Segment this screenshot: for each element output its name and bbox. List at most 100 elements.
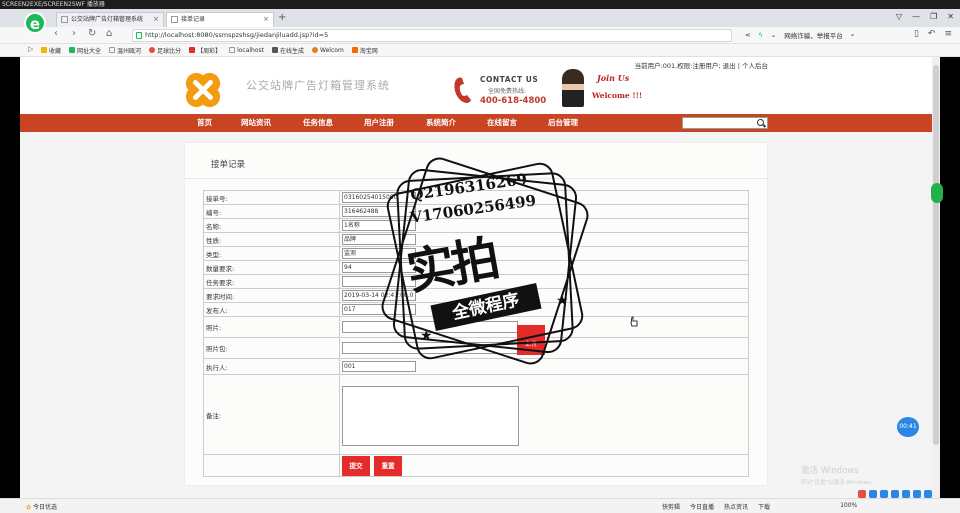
contact-person-photo xyxy=(562,69,584,107)
tab-order-record[interactable]: 接单记录 × xyxy=(166,12,274,27)
status-item[interactable]: 热点资讯 xyxy=(724,502,748,511)
bookmark-item[interactable]: 网址大全 xyxy=(69,46,101,55)
nav-news[interactable]: 网站资讯 xyxy=(241,114,271,132)
ball-icon xyxy=(149,47,156,53)
new-tab-icon[interactable]: + xyxy=(278,12,286,23)
nav-messages[interactable]: 在线留言 xyxy=(487,114,517,132)
sidebar-toggle-icon[interactable]: ▷ xyxy=(28,45,33,53)
refresh-icon[interactable]: ↻ xyxy=(88,28,96,39)
form-row: 照片包: xyxy=(203,337,749,359)
star-icon xyxy=(41,47,47,53)
contact-title: CONTACT US xyxy=(480,75,539,84)
address-right: ⋖ ϟ ⌄ 网络诈骗，举报平台 ⌕ xyxy=(745,30,855,41)
status-item[interactable]: 下载 xyxy=(758,502,770,511)
reset-button[interactable]: 重置 xyxy=(374,456,403,476)
minimize-icon[interactable]: — xyxy=(912,12,920,21)
browser-statusbar: ✿ 今日优选 快剪辑 今日直播 热点资讯 下载 100% xyxy=(0,498,960,513)
dropdown-icon[interactable]: ⌄ xyxy=(771,31,776,39)
sogou-icon[interactable] xyxy=(858,490,866,498)
url-input[interactable]: http://localhost:8080/ssmspzshsg/jiedanj… xyxy=(132,29,732,42)
address-bar-row: ‹ › ↻ ⌂ http://localhost:8080/ssmspzshsg… xyxy=(0,27,960,44)
form-row: 执行人: 001 xyxy=(203,358,749,375)
tab-system[interactable]: 公交站牌广告灯箱管理系统 × xyxy=(56,12,164,27)
close-icon[interactable]: × xyxy=(263,13,269,26)
shirt-icon[interactable]: ▽ xyxy=(896,12,902,21)
search-icon[interactable] xyxy=(757,119,764,126)
form-row: 类型: 监测 xyxy=(203,246,749,261)
welcome-text: Welcome !!! xyxy=(592,91,643,100)
bookmark-item[interactable]: Welcom xyxy=(312,47,344,54)
menu-icon[interactable]: ≡ xyxy=(944,29,952,39)
code-input[interactable]: 316462488 xyxy=(342,206,416,217)
nav-admin[interactable]: 后台管理 xyxy=(548,114,578,132)
side-float-icon[interactable] xyxy=(931,183,943,203)
type-input[interactable]: 监测 xyxy=(342,248,416,259)
site-search-input[interactable] xyxy=(682,117,768,129)
task-requirement-input[interactable] xyxy=(342,276,416,287)
window-titlebar: SCREEN2EXE/SCREEN2SWF 播放器 xyxy=(0,0,960,9)
lightning-icon[interactable]: ϟ xyxy=(758,31,762,39)
form-row: 要求时间: 2019-03-14 02:41:00.0 xyxy=(203,288,749,303)
status-right: 快剪辑 今日直播 热点资讯 下载 100% xyxy=(662,502,857,511)
share-icon[interactable]: ⋖ xyxy=(745,31,750,39)
form-row: 性质: 品牌 xyxy=(203,232,749,247)
user-links[interactable]: 当前用户:001,权限:注册用户; 退出 | 个人后台 xyxy=(635,60,768,70)
emoji-icon[interactable] xyxy=(880,490,888,498)
form-row: 名称: 1名称 xyxy=(203,218,749,233)
upload-button[interactable]: 上传 xyxy=(517,325,545,355)
tab-label: 公交站牌广告灯箱管理系统 xyxy=(71,16,144,23)
submit-button[interactable]: 提交 xyxy=(342,456,370,476)
quantity-input[interactable]: 94 xyxy=(342,262,416,273)
shirt-icon[interactable] xyxy=(913,490,921,498)
phone-icon[interactable]: ▯ xyxy=(914,29,919,39)
undo-icon[interactable]: ↶ xyxy=(928,29,936,39)
nav-tasks[interactable]: 任务信息 xyxy=(303,114,333,132)
secure-icon xyxy=(136,32,142,39)
status-item[interactable]: 今日直播 xyxy=(690,502,714,511)
forward-icon[interactable]: › xyxy=(72,28,76,39)
nature-input[interactable]: 品牌 xyxy=(342,234,416,245)
mic-icon[interactable] xyxy=(891,490,899,498)
report-link[interactable]: 网络诈骗，举报平台 xyxy=(784,30,843,40)
bookmark-item[interactable]: 在线生成 xyxy=(272,46,304,55)
bookmark-item[interactable]: localhost xyxy=(229,47,264,54)
back-icon[interactable]: ‹ xyxy=(54,28,58,39)
vertical-scrollbar[interactable] xyxy=(932,57,940,498)
contact-subtitle: 全国免费热线: xyxy=(487,88,527,95)
required-time-input[interactable]: 2019-03-14 02:41:00.0 xyxy=(342,290,416,301)
search-icon[interactable]: ⌕ xyxy=(851,31,855,40)
status-left[interactable]: ✿ 今日优选 xyxy=(26,502,57,511)
bookmark-item[interactable]: 收藏 xyxy=(41,46,61,55)
grid-icon[interactable] xyxy=(924,490,932,498)
bookmark-item[interactable]: 温州瓯河 xyxy=(109,46,141,55)
bookmark-item[interactable]: 足球比分 xyxy=(149,46,181,55)
close-icon[interactable]: × xyxy=(153,13,159,26)
close-icon[interactable]: ✕ xyxy=(947,12,954,21)
field-label: 照片: xyxy=(203,316,340,338)
bookmark-item[interactable]: 淘宝网 xyxy=(351,46,378,55)
remarks-textarea[interactable] xyxy=(342,386,519,446)
name-input[interactable]: 1名称 xyxy=(342,220,416,231)
site-title: 公交站牌广告灯箱管理系统 xyxy=(246,79,390,92)
order-no-input[interactable]: 03160254015080 xyxy=(342,192,416,203)
photo-package-input[interactable] xyxy=(342,342,518,354)
status-item[interactable]: 快剪辑 xyxy=(662,502,680,511)
ime-icon[interactable] xyxy=(869,490,877,498)
keyboard-icon[interactable] xyxy=(902,490,910,498)
photo-input[interactable] xyxy=(342,321,518,333)
nav-register[interactable]: 用户注册 xyxy=(364,114,394,132)
home-icon[interactable]: ⌂ xyxy=(106,28,112,39)
field-label: 要求时间: xyxy=(203,288,340,303)
executor-input[interactable]: 001 xyxy=(342,361,416,372)
page-icon xyxy=(171,16,178,23)
zoom-level[interactable]: 100% xyxy=(840,502,857,511)
windows-activation-notice: 激活 Windows 转到"设置"以激活 Windows。 xyxy=(801,466,877,486)
browser-logo-icon[interactable]: e xyxy=(24,12,46,34)
restore-icon[interactable]: ❐ xyxy=(930,12,937,21)
bookmark-item[interactable]: 【周彩】 xyxy=(189,46,221,55)
scroll-thumb[interactable] xyxy=(933,65,939,445)
nav-home[interactable]: 首页 xyxy=(197,114,212,132)
timer-badge[interactable]: 00:41 xyxy=(897,417,919,437)
nav-about[interactable]: 系统简介 xyxy=(426,114,456,132)
publisher-input[interactable]: 017 xyxy=(342,304,416,315)
